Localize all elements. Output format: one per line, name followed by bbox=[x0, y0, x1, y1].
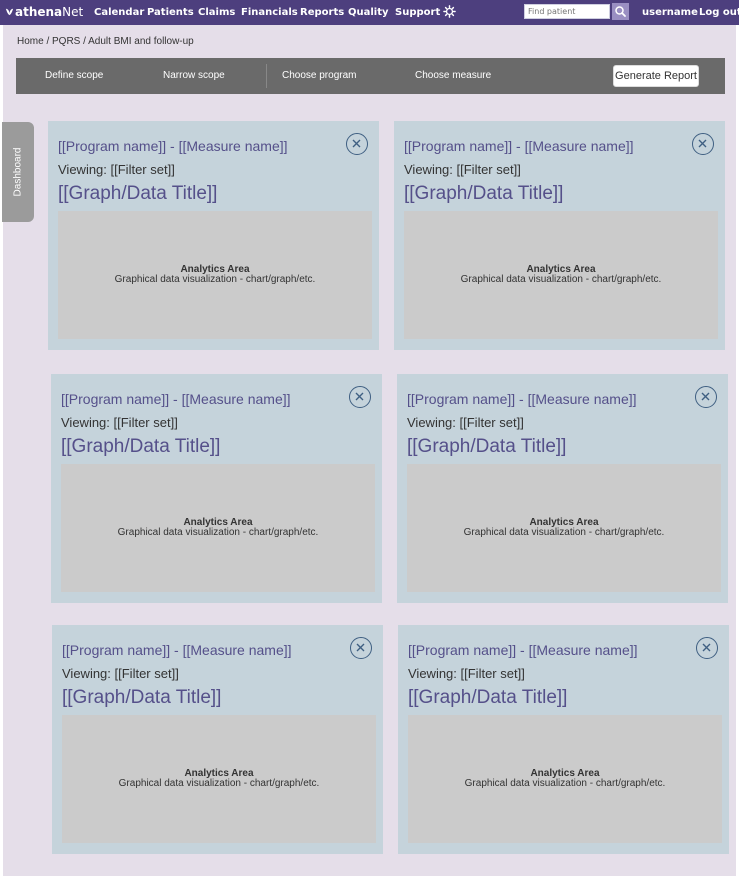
step-choose-program[interactable]: Choose program bbox=[282, 70, 356, 81]
analytics-subtitle: Graphical data visualization - chart/gra… bbox=[464, 778, 666, 789]
step-narrow-scope[interactable]: Narrow scope bbox=[163, 70, 225, 81]
analytics-subtitle: Graphical data visualization - chart/gra… bbox=[114, 274, 316, 285]
analytics-area: Analytics Area Graphical data visualizat… bbox=[62, 715, 376, 843]
nav-item-support[interactable]: Support bbox=[395, 7, 440, 18]
close-card-button[interactable] bbox=[346, 133, 368, 155]
close-icon bbox=[356, 643, 365, 652]
analytics-subtitle: Graphical data visualization - chart/gra… bbox=[118, 778, 320, 789]
gear-icon[interactable] bbox=[443, 5, 456, 18]
card-viewing: Viewing: [[Filter set]] bbox=[404, 162, 521, 177]
measure-card: [[Program name]] - [[Measure name]] View… bbox=[51, 374, 382, 603]
leaf-icon bbox=[5, 8, 14, 16]
close-icon bbox=[698, 139, 707, 148]
graph-title: [[Graph/Data Title]] bbox=[407, 436, 567, 457]
measure-card: [[Program name]] - [[Measure name]] View… bbox=[397, 374, 728, 603]
analytics-area: Analytics Area Graphical data visualizat… bbox=[58, 211, 372, 339]
nav-item-quality[interactable]: Quality bbox=[348, 7, 389, 18]
card-viewing: Viewing: [[Filter set]] bbox=[408, 666, 525, 681]
analytics-subtitle: Graphical data visualization - chart/gra… bbox=[463, 527, 665, 538]
report-toolbar: Define scope Narrow scope Choose program… bbox=[16, 58, 725, 94]
search-button[interactable] bbox=[612, 3, 629, 20]
card-title: [[Program name]] - [[Measure name]] bbox=[407, 391, 637, 407]
athenanet-logo[interactable]: athenaNet bbox=[5, 5, 83, 19]
close-icon bbox=[702, 643, 711, 652]
card-viewing: Viewing: [[Filter set]] bbox=[407, 415, 524, 430]
nav-item-calendar[interactable]: Calendar bbox=[94, 7, 144, 18]
close-card-button[interactable] bbox=[695, 386, 717, 408]
dashboard-tab[interactable]: Dashboard bbox=[2, 122, 34, 222]
logo-text-bold: athena bbox=[15, 5, 63, 19]
graph-title: [[Graph/Data Title]] bbox=[404, 183, 564, 204]
graph-title: [[Graph/Data Title]] bbox=[62, 687, 222, 708]
top-nav: athenaNet Calendar Patients Claims Finan… bbox=[0, 0, 739, 25]
analytics-subtitle: Graphical data visualization - chart/gra… bbox=[117, 527, 319, 538]
step-define-scope[interactable]: Define scope bbox=[45, 70, 103, 81]
nav-item-patients[interactable]: Patients bbox=[147, 7, 194, 18]
search-icon bbox=[615, 6, 626, 17]
logout-link[interactable]: Log out bbox=[699, 7, 739, 18]
card-viewing: Viewing: [[Filter set]] bbox=[61, 415, 178, 430]
card-title: [[Program name]] - [[Measure name]] bbox=[62, 642, 292, 658]
analytics-area: Analytics Area Graphical data visualizat… bbox=[61, 464, 375, 592]
close-card-button[interactable] bbox=[692, 133, 714, 155]
analytics-area: Analytics Area Graphical data visualizat… bbox=[407, 464, 721, 592]
graph-title: [[Graph/Data Title]] bbox=[61, 436, 221, 457]
analytics-area: Analytics Area Graphical data visualizat… bbox=[408, 715, 722, 843]
generate-report-button[interactable]: Generate Report bbox=[613, 65, 699, 87]
nav-item-claims[interactable]: Claims bbox=[198, 7, 235, 18]
measure-card: [[Program name]] - [[Measure name]] View… bbox=[52, 625, 383, 854]
measure-card: [[Program name]] - [[Measure name]] View… bbox=[398, 625, 729, 854]
card-title: [[Program name]] - [[Measure name]] bbox=[58, 138, 288, 154]
nav-item-reports[interactable]: Reports bbox=[300, 7, 344, 18]
logo-text-light: Net bbox=[62, 5, 84, 19]
card-title: [[Program name]] - [[Measure name]] bbox=[408, 642, 638, 658]
card-viewing: Viewing: [[Filter set]] bbox=[62, 666, 179, 681]
dashboard-tab-label: Dashboard bbox=[12, 147, 24, 197]
card-title: [[Program name]] - [[Measure name]] bbox=[61, 391, 291, 407]
find-patient-input[interactable] bbox=[524, 4, 610, 19]
measure-card: [[Program name]] - [[Measure name]] View… bbox=[394, 121, 725, 350]
card-title: [[Program name]] - [[Measure name]] bbox=[404, 138, 634, 154]
analytics-subtitle: Graphical data visualization - chart/gra… bbox=[460, 274, 662, 285]
step-choose-measure[interactable]: Choose measure bbox=[415, 70, 491, 81]
close-card-button[interactable] bbox=[696, 637, 718, 659]
close-card-button[interactable] bbox=[349, 386, 371, 408]
card-viewing: Viewing: [[Filter set]] bbox=[58, 162, 175, 177]
nav-item-financials[interactable]: Financials bbox=[241, 7, 298, 18]
username-link[interactable]: username bbox=[642, 7, 698, 18]
breadcrumb[interactable]: Home / PQRS / Adult BMI and follow-up bbox=[17, 36, 194, 47]
toolbar-divider bbox=[266, 64, 267, 88]
close-icon bbox=[352, 139, 361, 148]
close-icon bbox=[355, 392, 364, 401]
graph-title: [[Graph/Data Title]] bbox=[58, 183, 218, 204]
graph-title: [[Graph/Data Title]] bbox=[408, 687, 568, 708]
close-card-button[interactable] bbox=[350, 637, 372, 659]
close-icon bbox=[701, 392, 710, 401]
analytics-area: Analytics Area Graphical data visualizat… bbox=[404, 211, 718, 339]
measure-card: [[Program name]] - [[Measure name]] View… bbox=[48, 121, 379, 350]
